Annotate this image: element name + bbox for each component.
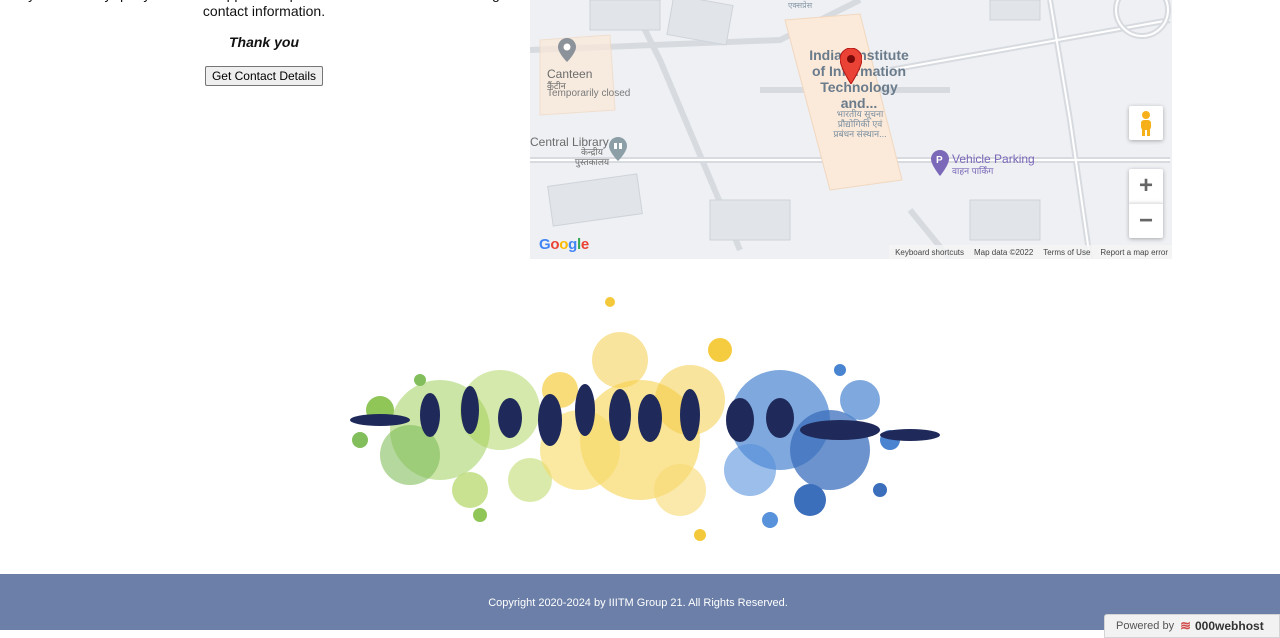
svg-text:P: P: [936, 155, 943, 166]
keyboard-shortcuts-link[interactable]: Keyboard shortcuts: [895, 248, 964, 257]
webhost-badge[interactable]: Powered by ≋ 000webhost: [1104, 614, 1280, 638]
canteen-pin-icon[interactable]: [558, 38, 576, 62]
canteen-status: Temporarily closed: [547, 88, 631, 99]
webhost-brand-text: 000webhost: [1195, 619, 1264, 633]
google-map-embed[interactable]: एक्सप्रेस Canteen कैंटीन Temporarily clo…: [530, 0, 1172, 259]
parking-pin-icon[interactable]: P: [931, 150, 949, 176]
map-label-top: एक्सप्रेस: [788, 1, 813, 10]
zoom-out-button[interactable]: −: [1129, 203, 1163, 238]
location-pin-icon[interactable]: [840, 48, 862, 84]
google-logo: Google: [539, 236, 589, 253]
parking-hindi-label: वाहन पार्किंग: [952, 166, 994, 176]
powered-by-text: Powered by: [1116, 620, 1175, 632]
site-footer: Copyright 2020-2024 by IIITM Group 21. A…: [0, 574, 1280, 630]
library-hindi-label: केन्द्रीय पुस्तकालय: [574, 147, 610, 167]
get-contact-details-button[interactable]: Get Contact Details: [204, 66, 324, 86]
iiitm-hindi-label: भारतीय सूचना प्रौद्योगिकी एवं प्रबंधन सं…: [833, 109, 887, 139]
webhost-logo-icon: ≋: [1180, 618, 1191, 633]
contact-info-section: If you have any query about this applica…: [0, 0, 528, 86]
map-data-text: Map data ©2022: [974, 247, 1034, 257]
thank-you-text: Thank you: [228, 34, 299, 50]
zoom-in-button[interactable]: +: [1129, 169, 1163, 203]
query-text: If you have any query about this applica…: [17, 0, 512, 19]
terms-of-use-link[interactable]: Terms of Use: [1043, 248, 1090, 257]
report-map-error-link[interactable]: Report a map error: [1100, 248, 1168, 257]
sports-banner-image: [350, 297, 940, 541]
map-attribution-bar: Keyboard shortcuts Map data ©2022 Terms …: [889, 245, 1172, 259]
copyright-text: Copyright 2020-2024 by IIITM Group 21. A…: [488, 597, 788, 609]
pegman-icon: [1141, 111, 1151, 136]
street-view-pegman-button[interactable]: [1129, 106, 1163, 140]
